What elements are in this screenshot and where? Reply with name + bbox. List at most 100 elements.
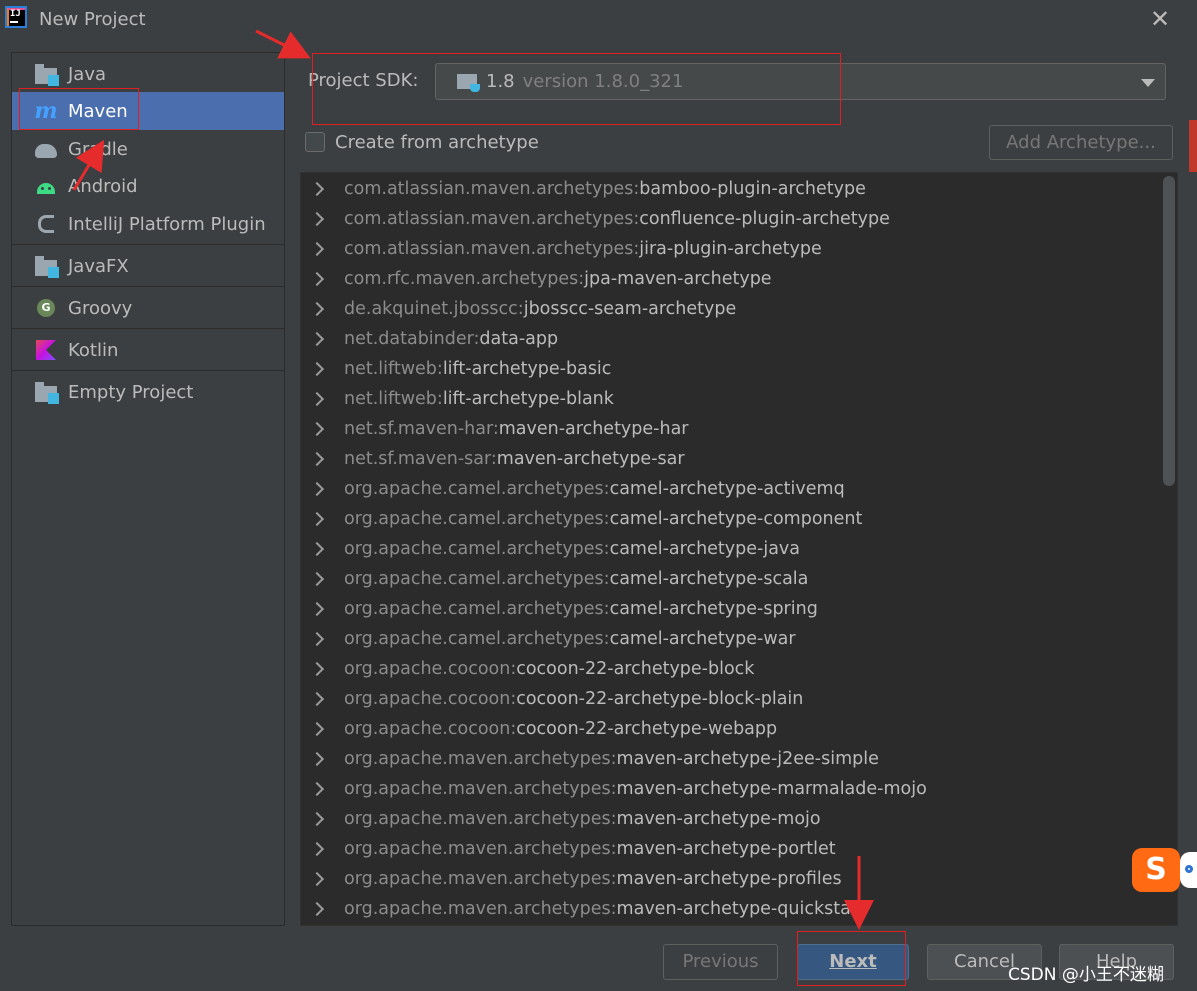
sidebar-item-label: Empty Project (68, 381, 194, 403)
archetype-row[interactable]: com.rfc.maven.archetypes: jpa-maven-arche… (301, 264, 1163, 294)
archetype-row[interactable]: org.apache.cocoon: cocoon-22-archetype-bl… (301, 684, 1163, 714)
window-title: New Project (39, 9, 146, 30)
sidebar-item-maven[interactable]: m Maven (12, 92, 284, 130)
add-archetype-button[interactable]: Add Archetype... (989, 125, 1173, 160)
plugin-icon (34, 212, 58, 236)
folder-icon (34, 380, 59, 404)
archetype-group-id: de.akquinet.jbosscc: (344, 299, 524, 319)
project-sdk-dropdown[interactable]: 1.8 version 1.8.0_321 (435, 63, 1166, 100)
archetype-list[interactable]: com.atlassian.maven.archetypes: bamboo-pl… (300, 172, 1178, 926)
archetype-row[interactable]: org.apache.camel.archetypes: camel-archet… (301, 504, 1163, 534)
archetype-artifact-id: camel-archetype-activemq (609, 479, 845, 499)
sidebar-item-label: IntelliJ Platform Plugin (68, 213, 266, 235)
archetype-artifact-id: maven-archetype-quickstart (616, 899, 865, 919)
archetype-group-id: org.apache.camel.archetypes: (344, 539, 610, 559)
chevron-right-icon[interactable] (309, 691, 325, 707)
create-from-archetype-checkbox[interactable] (305, 132, 325, 152)
archetype-row[interactable]: org.apache.camel.archetypes: camel-archet… (301, 564, 1163, 594)
chevron-right-icon[interactable] (309, 661, 325, 677)
sidebar-item-groovy[interactable]: G Groovy (12, 289, 284, 327)
chevron-right-icon[interactable] (309, 451, 325, 467)
archetype-row[interactable]: net.databinder: data-app (301, 324, 1163, 354)
archetype-row[interactable]: org.apache.maven.archetypes: maven-archet… (301, 834, 1163, 864)
chevron-right-icon[interactable] (309, 541, 325, 557)
archetype-artifact-id: data-app (479, 329, 559, 349)
chevron-right-icon[interactable] (309, 811, 325, 827)
archetype-list-scrollbar[interactable] (1163, 176, 1175, 486)
chevron-right-icon[interactable] (309, 361, 325, 377)
archetype-row[interactable]: com.atlassian.maven.archetypes: bamboo-pl… (301, 174, 1163, 204)
archetype-row[interactable]: net.sf.maven-har: maven-archetype-har (301, 414, 1163, 444)
archetype-row[interactable]: de.akquinet.jbosscc: jbosscc-seam-archety… (301, 294, 1163, 324)
archetype-row[interactable]: org.apache.maven.archetypes: maven-archet… (301, 864, 1163, 894)
kotlin-icon (34, 338, 58, 362)
sidebar-item-empty-project[interactable]: Empty Project (12, 373, 284, 411)
sidebar-item-intellij-platform-plugin[interactable]: IntelliJ Platform Plugin (12, 205, 284, 243)
archetype-group-id: org.apache.camel.archetypes: (344, 479, 610, 499)
sidebar-item-gradle[interactable]: Gradle (12, 130, 284, 168)
chevron-right-icon[interactable] (309, 481, 325, 497)
chevron-down-icon[interactable] (1141, 79, 1155, 87)
sidebar-item-javafx[interactable]: JavaFX (12, 247, 284, 285)
archetype-row[interactable]: net.sf.maven-sar: maven-archetype-sar (301, 444, 1163, 474)
sidebar-item-label: Java (68, 63, 107, 85)
sidebar-item-label: Maven (68, 100, 128, 122)
sdk-name: 1.8 (486, 71, 515, 92)
archetype-group-id: net.databinder: (344, 329, 480, 349)
archetype-row[interactable]: com.atlassian.maven.archetypes: jira-plug… (301, 234, 1163, 264)
close-icon[interactable]: ✕ (1148, 6, 1172, 32)
archetype-row[interactable]: org.apache.maven.archetypes: maven-archet… (301, 804, 1163, 834)
chevron-right-icon[interactable] (309, 421, 325, 437)
intellij-app-icon: IJ (5, 6, 27, 28)
archetype-row[interactable]: org.apache.camel.archetypes: camel-archet… (301, 474, 1163, 504)
archetype-artifact-id: lift-archetype-basic (442, 359, 612, 379)
folder-icon (34, 254, 59, 278)
archetype-artifact-id: maven-archetype-sar (496, 449, 685, 469)
chevron-right-icon[interactable] (309, 571, 325, 587)
chevron-right-icon[interactable] (309, 751, 325, 767)
sogou-ime-icon: S (1132, 848, 1180, 892)
gradle-icon (34, 137, 58, 161)
chevron-right-icon[interactable] (309, 181, 325, 197)
chevron-right-icon[interactable] (309, 631, 325, 647)
chevron-right-icon[interactable] (309, 871, 325, 887)
archetype-row[interactable]: org.apache.camel.archetypes: camel-archet… (301, 624, 1163, 654)
chevron-right-icon[interactable] (309, 721, 325, 737)
chevron-right-icon[interactable] (309, 781, 325, 797)
chevron-right-icon[interactable] (309, 511, 325, 527)
archetype-artifact-id: camel-archetype-scala (609, 569, 809, 589)
chevron-right-icon[interactable] (309, 901, 325, 917)
archetype-row[interactable]: org.apache.maven.archetypes: maven-archet… (301, 894, 1163, 924)
chevron-right-icon[interactable] (309, 391, 325, 407)
archetype-group-id: org.apache.maven.archetypes: (344, 839, 617, 859)
archetype-artifact-id: maven-archetype-marmalade-mojo (616, 779, 927, 799)
sidebar-item-android[interactable]: Android (12, 167, 284, 205)
previous-button[interactable]: Previous (663, 944, 778, 980)
archetype-artifact-id: maven-archetype-profiles (616, 869, 842, 889)
archetype-group-id: org.apache.maven.archetypes: (344, 809, 617, 829)
chevron-right-icon[interactable] (309, 601, 325, 617)
archetype-row[interactable]: net.liftweb: lift-archetype-basic (301, 354, 1163, 384)
archetype-row[interactable]: org.apache.cocoon: cocoon-22-archetype-we… (301, 714, 1163, 744)
archetype-row[interactable]: org.apache.camel.archetypes: camel-archet… (301, 534, 1163, 564)
chevron-right-icon[interactable] (309, 241, 325, 257)
archetype-row[interactable]: org.apache.maven.archetypes: maven-archet… (301, 744, 1163, 774)
next-button[interactable]: Next (797, 944, 909, 980)
chevron-right-icon[interactable] (309, 271, 325, 287)
chevron-right-icon[interactable] (309, 301, 325, 317)
archetype-artifact-id: camel-archetype-spring (609, 599, 818, 619)
archetype-artifact-id: maven-archetype-mojo (616, 809, 821, 829)
groovy-icon: G (34, 296, 58, 320)
archetype-row[interactable]: com.atlassian.maven.archetypes: confluenc… (301, 204, 1163, 234)
create-from-archetype-label[interactable]: Create from archetype (335, 132, 539, 153)
sidebar-item-label: Kotlin (68, 339, 119, 361)
archetype-row[interactable]: net.liftweb: lift-archetype-blank (301, 384, 1163, 414)
chevron-right-icon[interactable] (309, 331, 325, 347)
archetype-row[interactable]: org.apache.cocoon: cocoon-22-archetype-bl… (301, 654, 1163, 684)
sidebar-item-java[interactable]: Java (12, 55, 284, 93)
sidebar-item-kotlin[interactable]: Kotlin (12, 331, 284, 369)
archetype-row[interactable]: org.apache.camel.archetypes: camel-archet… (301, 594, 1163, 624)
chevron-right-icon[interactable] (309, 211, 325, 227)
archetype-row[interactable]: org.apache.maven.archetypes: maven-archet… (301, 774, 1163, 804)
chevron-right-icon[interactable] (309, 841, 325, 857)
